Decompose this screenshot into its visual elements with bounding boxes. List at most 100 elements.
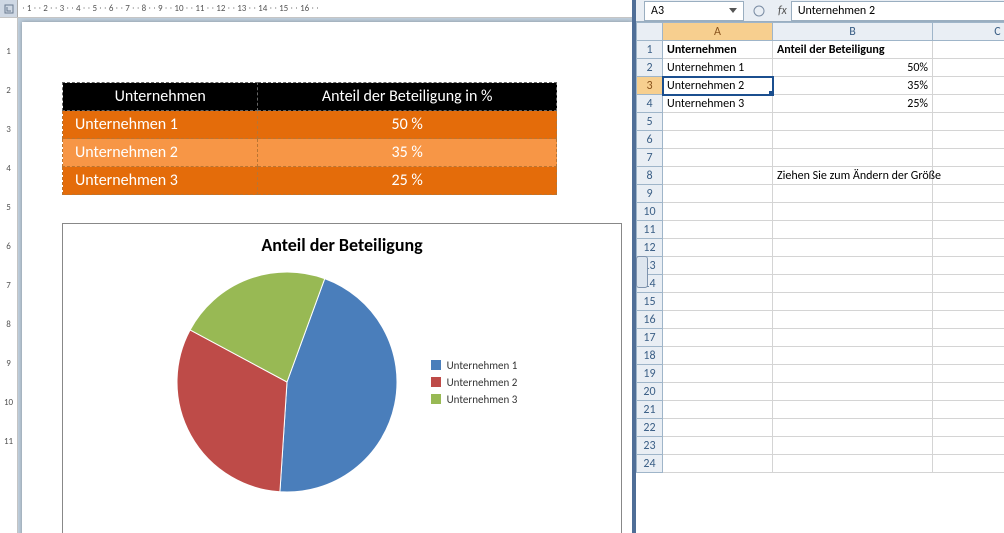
cell[interactable] (933, 167, 1004, 185)
cell[interactable] (663, 257, 773, 275)
cell[interactable] (663, 167, 773, 185)
cell[interactable] (663, 221, 773, 239)
cell[interactable] (773, 149, 933, 167)
name-box[interactable]: A3 (644, 1, 744, 21)
cell[interactable] (773, 365, 933, 383)
cell[interactable] (933, 185, 1004, 203)
cell[interactable] (933, 401, 1004, 419)
cell[interactable]: Unternehmen 2 (663, 77, 773, 95)
cell[interactable] (933, 113, 1004, 131)
cell[interactable] (663, 293, 773, 311)
cell[interactable] (663, 185, 773, 203)
dropdown-icon[interactable] (729, 8, 737, 13)
cell[interactable] (663, 203, 773, 221)
pie-chart-object[interactable]: Anteil der Beteiligung Unternehmen 1 Unt… (62, 223, 622, 533)
column-header[interactable]: B (773, 23, 933, 41)
row-header[interactable]: 5 (637, 113, 663, 131)
cell[interactable] (933, 221, 1004, 239)
cell[interactable] (773, 185, 933, 203)
column-header[interactable]: C (933, 23, 1004, 41)
table-row[interactable]: Unternehmen 2 35 % (63, 139, 557, 167)
ruler-corner-icon[interactable] (0, 0, 18, 18)
cell[interactable] (933, 77, 1004, 95)
row-header[interactable]: 20 (637, 383, 663, 401)
row-header[interactable]: 16 (637, 311, 663, 329)
cell[interactable] (933, 257, 1004, 275)
cell[interactable]: 35% (773, 77, 933, 95)
cell[interactable] (773, 383, 933, 401)
cell[interactable] (773, 437, 933, 455)
cell[interactable] (773, 221, 933, 239)
cell[interactable] (663, 455, 773, 473)
cell[interactable] (773, 311, 933, 329)
cell[interactable] (773, 293, 933, 311)
cell[interactable] (773, 401, 933, 419)
cell[interactable] (933, 455, 1004, 473)
cell[interactable] (663, 131, 773, 149)
cell[interactable] (663, 275, 773, 293)
cell[interactable] (933, 131, 1004, 149)
cell[interactable]: Ziehen Sie zum Ändern der Größe (773, 167, 933, 185)
h-ruler-track[interactable]: ⋅ 1 ⋅ ⋅ 2 ⋅ ⋅ 3 ⋅ ⋅ 4 ⋅ ⋅ 5 ⋅ ⋅ 6 ⋅ ⋅ 7 … (18, 3, 632, 14)
cell[interactable] (933, 347, 1004, 365)
page-area[interactable]: Unternehmen Anteil der Beteiligung in % … (18, 18, 632, 533)
row-header[interactable]: 23 (637, 437, 663, 455)
row-header[interactable]: 10 (637, 203, 663, 221)
table-row[interactable]: Unternehmen 3 25 % (63, 167, 557, 195)
row-header[interactable]: 8 (637, 167, 663, 185)
cell[interactable] (933, 275, 1004, 293)
row-header[interactable]: 18 (637, 347, 663, 365)
cell[interactable] (933, 203, 1004, 221)
beteiligung-table[interactable]: Unternehmen Anteil der Beteiligung in % … (62, 82, 557, 195)
cell[interactable] (663, 149, 773, 167)
cell[interactable]: 50% (773, 59, 933, 77)
cell[interactable] (773, 113, 933, 131)
row-header[interactable]: 3 (637, 77, 663, 95)
cell[interactable] (933, 239, 1004, 257)
document-page[interactable]: Unternehmen Anteil der Beteiligung in % … (22, 22, 632, 533)
row-header[interactable]: 24 (637, 455, 663, 473)
cell[interactable]: Unternehmen 3 (663, 95, 773, 113)
cell[interactable] (663, 437, 773, 455)
spreadsheet-grid[interactable]: ABC 1UnternehmenAnteil der Beteiligung 2Un… (636, 22, 1004, 533)
cell[interactable] (663, 347, 773, 365)
row-header[interactable]: 4 (637, 95, 663, 113)
cell[interactable]: Anteil der Beteiligung (773, 41, 933, 59)
cell[interactable] (663, 113, 773, 131)
cell[interactable] (933, 95, 1004, 113)
cancel-formula-button[interactable] (746, 1, 772, 21)
cell[interactable] (773, 455, 933, 473)
row-header[interactable]: 12 (637, 239, 663, 257)
cell[interactable] (933, 329, 1004, 347)
cell[interactable] (663, 401, 773, 419)
cell[interactable] (773, 347, 933, 365)
pane-splitter[interactable] (632, 0, 636, 533)
row-header[interactable]: 15 (637, 293, 663, 311)
table-row[interactable]: Unternehmen 1 50 % (63, 111, 557, 139)
cell[interactable] (663, 365, 773, 383)
cell[interactable] (933, 149, 1004, 167)
cell[interactable] (663, 311, 773, 329)
cell[interactable]: 25% (773, 95, 933, 113)
column-header[interactable]: A (663, 23, 773, 41)
cell[interactable]: Unternehmen (663, 41, 773, 59)
row-header[interactable]: 1 (637, 41, 663, 59)
vertical-ruler[interactable]: 1234567891011 (0, 18, 18, 533)
cell[interactable] (773, 257, 933, 275)
row-header[interactable]: 9 (637, 185, 663, 203)
cell[interactable] (773, 419, 933, 437)
cell[interactable] (663, 419, 773, 437)
row-header[interactable]: 21 (637, 401, 663, 419)
cell[interactable] (933, 419, 1004, 437)
row-header[interactable]: 17 (637, 329, 663, 347)
formula-input[interactable]: Unternehmen 2 (791, 1, 1004, 21)
cell[interactable] (933, 311, 1004, 329)
row-header[interactable]: 7 (637, 149, 663, 167)
cell[interactable] (933, 59, 1004, 77)
cell[interactable] (773, 329, 933, 347)
row-header[interactable]: 11 (637, 221, 663, 239)
cell[interactable] (933, 365, 1004, 383)
horizontal-ruler[interactable]: ⋅ 1 ⋅ ⋅ 2 ⋅ ⋅ 3 ⋅ ⋅ 4 ⋅ ⋅ 5 ⋅ ⋅ 6 ⋅ ⋅ 7 … (0, 0, 632, 18)
row-header[interactable]: 2 (637, 59, 663, 77)
cell[interactable] (933, 41, 1004, 59)
